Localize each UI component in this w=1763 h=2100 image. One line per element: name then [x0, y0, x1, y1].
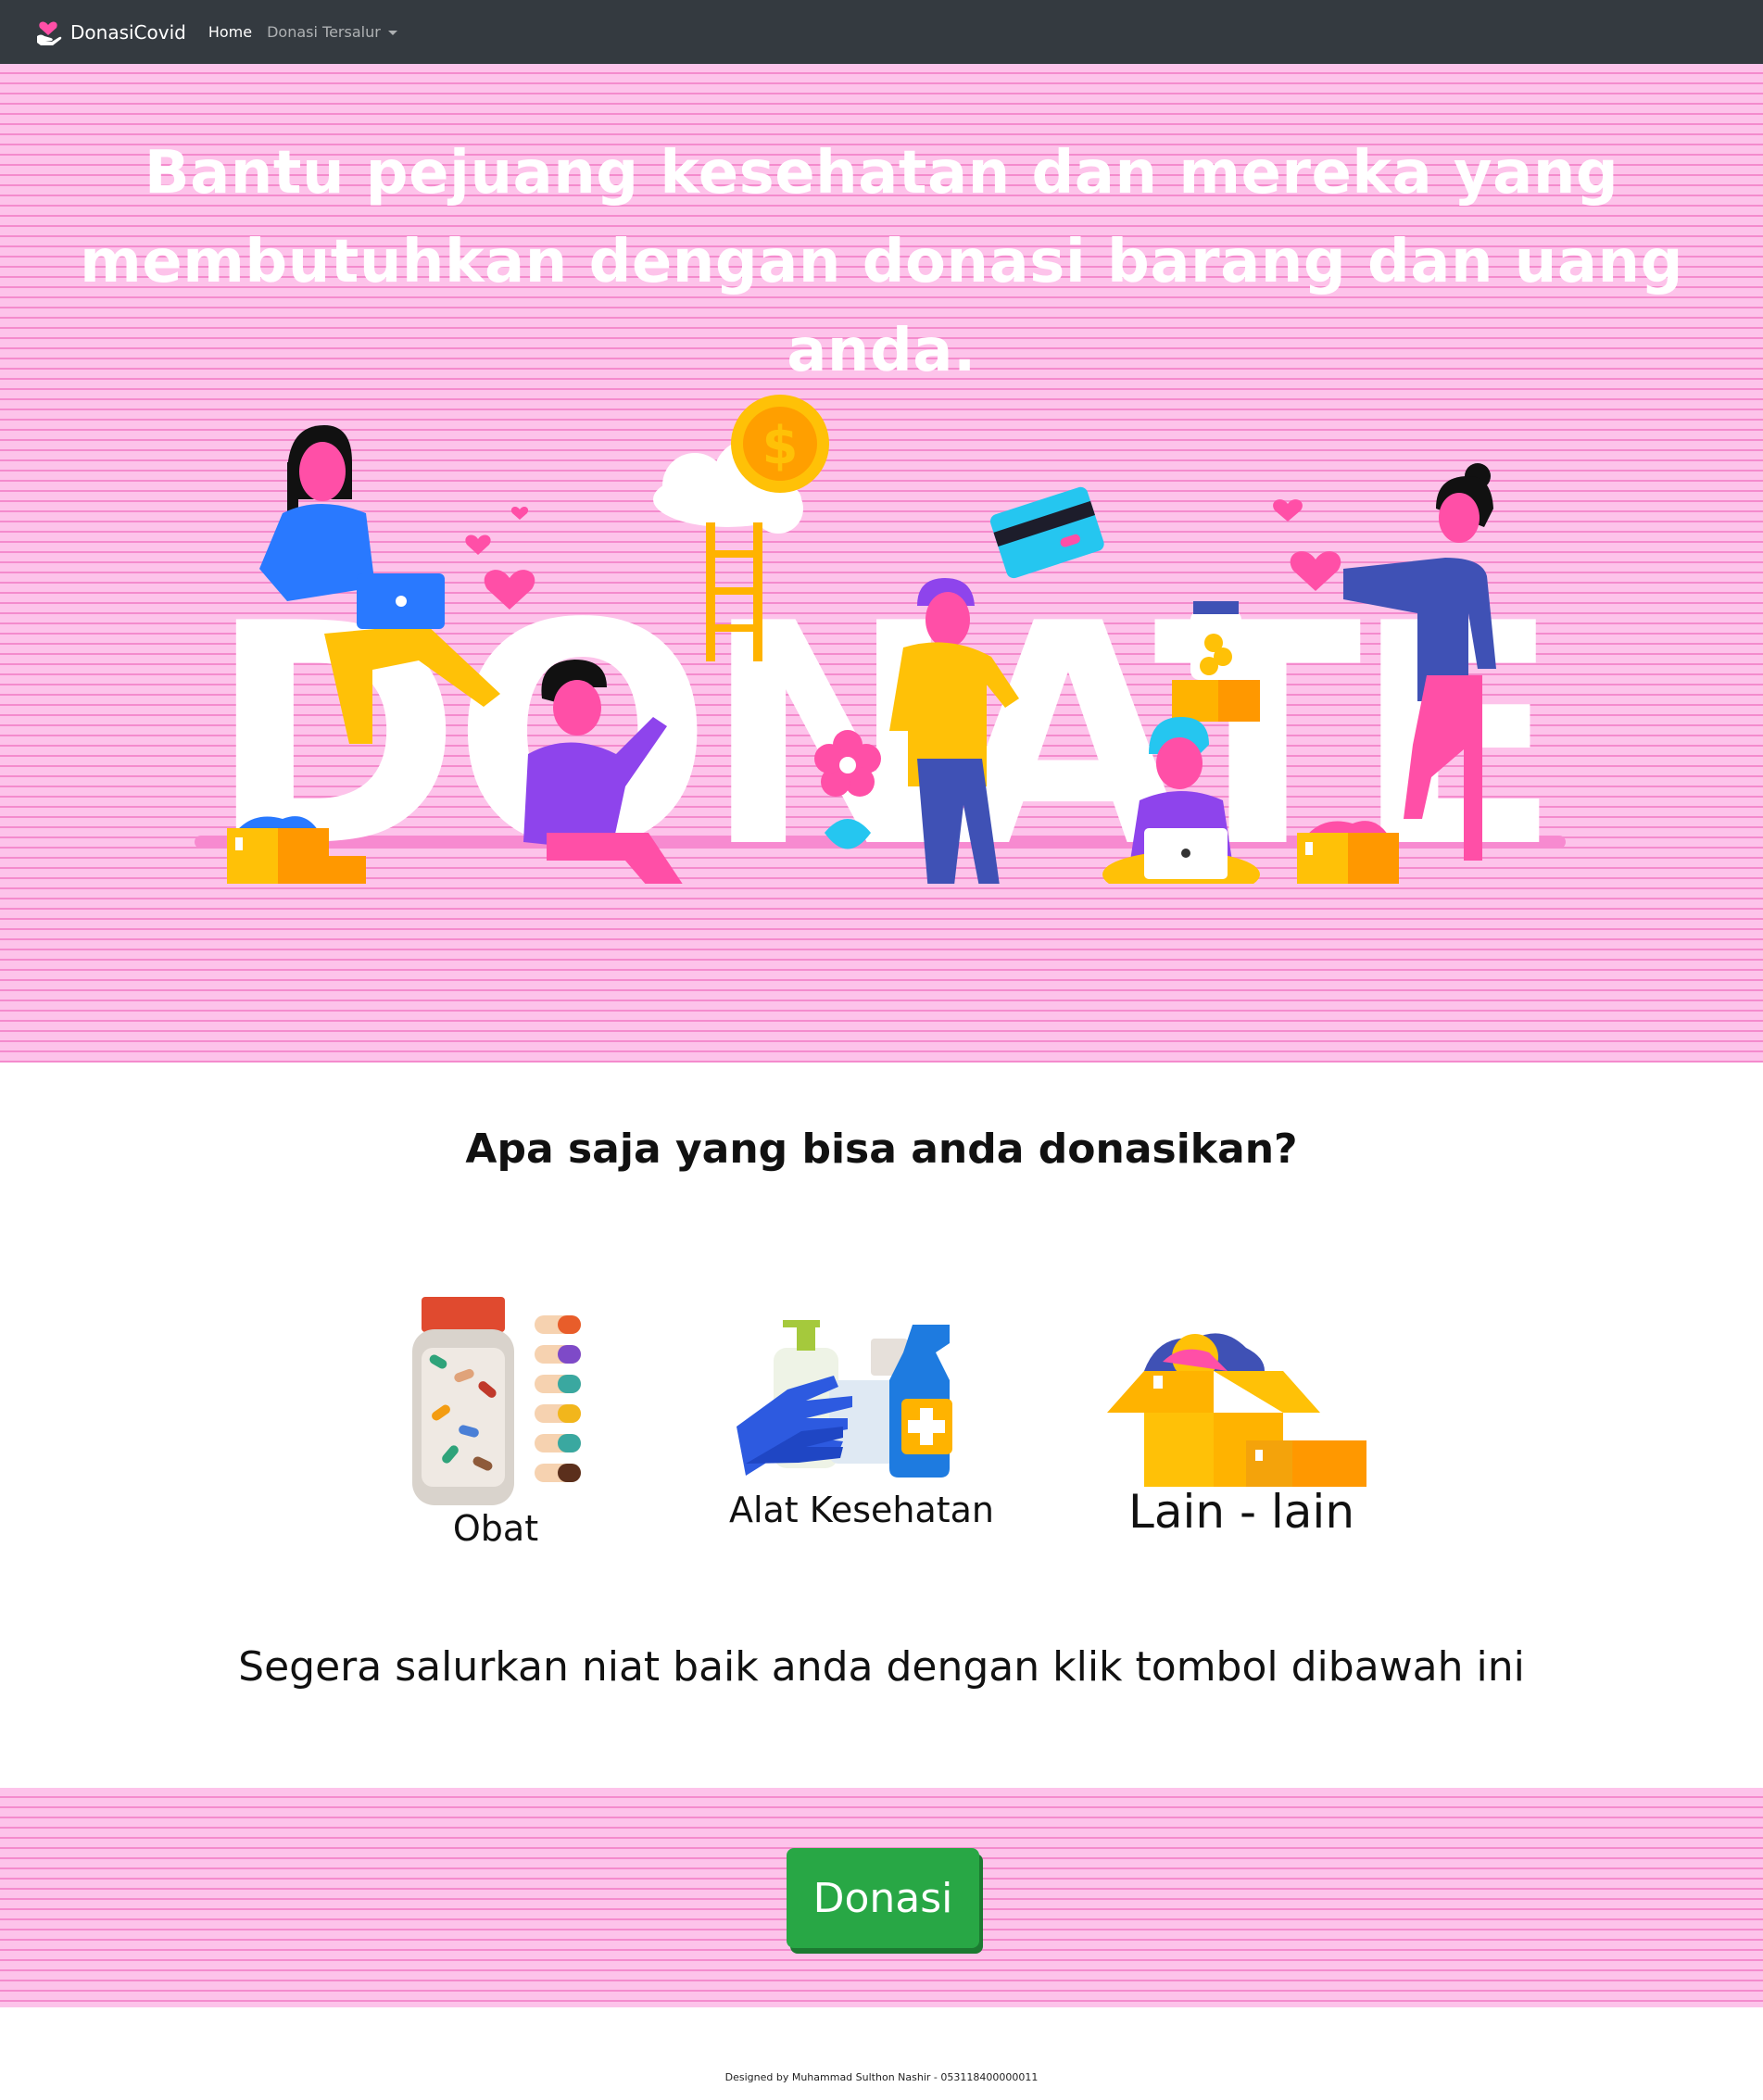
brand-link[interactable]: DonasiCovid: [35, 18, 186, 47]
boxes-icon: [1107, 1333, 1366, 1487]
donasi-button[interactable]: Donasi: [787, 1848, 979, 1948]
category-item-alat-kesehatan: Alat Kesehatan: [713, 1315, 1010, 1528]
nav-home-link[interactable]: Home: [208, 23, 252, 41]
hero-section: Bantu pejuang kesehatan dan mereka yang …: [0, 64, 1763, 1063]
category-item-obat: Obat: [389, 1297, 602, 1547]
category-label-lain-lain: Lain - lain: [1127, 1485, 1355, 1539]
nav-donasi-tersalur-dropdown[interactable]: Donasi Tersalur: [267, 23, 397, 41]
nav-donasi-tersalur-label: Donasi Tersalur: [267, 23, 381, 41]
brand-name: DonasiCovid: [70, 20, 186, 44]
health-equipment-icon: [737, 1320, 952, 1478]
coin-cloud-icon: $: [653, 395, 829, 534]
medicine-jar-icon: [412, 1297, 581, 1505]
chevron-down-icon: [387, 31, 397, 35]
navbar: DonasiCovid Home Donasi Tersalur: [0, 0, 1763, 64]
heart-hand-logo-icon: [37, 20, 62, 45]
cta-band: Donasi: [0, 1788, 1763, 2007]
svg-text:$: $: [762, 416, 799, 476]
category-label-obat: Obat: [452, 1508, 539, 1549]
box-right-icon: [1297, 821, 1399, 884]
categories-title: Apa saja yang bisa anda donasikan?: [465, 1125, 1298, 1173]
cta-text: Segera salurkan niat baik anda dengan kl…: [238, 1643, 1525, 1691]
category-item-lain-lain: Lain - lain: [1084, 1320, 1399, 1537]
footer-credit: Designed by Muhammad Sulthon Nashir - 05…: [724, 2071, 1039, 2083]
donate-illustration: DONATE $: [195, 395, 1566, 884]
category-label-alat-kesehatan: Alat Kesehatan: [728, 1490, 995, 1530]
